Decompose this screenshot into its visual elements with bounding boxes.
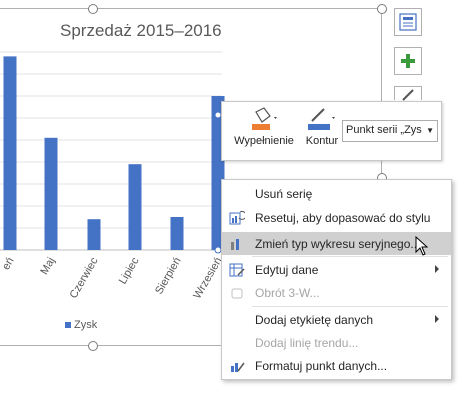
chart-elements-plus-icon (401, 54, 415, 68)
fill-label: Wypełnienie (234, 135, 294, 147)
legend-label: Zysk (74, 319, 98, 331)
chart-element-select-value: Punkt serii „Zys (346, 124, 422, 136)
submenu-arrow-icon (435, 315, 439, 323)
reset-style-icon (229, 210, 245, 225)
paint-bucket-icon (252, 107, 277, 130)
chart-styles-brush-icon (402, 88, 414, 101)
mouse-cursor-icon (415, 236, 429, 256)
bar-Sierpień[interactable] (170, 217, 184, 250)
chart-layout-icon (399, 13, 417, 31)
submenu-arrow-icon (435, 265, 439, 273)
menu-item-format-data-point[interactable]: Formatuj punkt danych... (222, 354, 451, 377)
menu-item-reset-style[interactable]: Resetuj, aby dopasować do stylu (222, 206, 451, 229)
chart-legend[interactable]: Zysk (65, 319, 97, 331)
bar-Maj[interactable] (44, 137, 58, 250)
format-data-point-icon (231, 362, 245, 372)
chart-element-select[interactable]: Punkt serii „Zys ▼ (342, 120, 438, 142)
category-label: eń (0, 256, 17, 273)
chart-elements-button[interactable] (394, 47, 422, 75)
rotate-3d-icon (231, 288, 243, 299)
chart-resize-handle-top-right[interactable] (377, 4, 387, 14)
bar-Kwiecień[interactable] (3, 56, 17, 251)
plot-area: eń Maj Czerwiec Lipiec Sierpień Wrzesień (0, 51, 225, 302)
outline-label: Kontur (305, 135, 339, 147)
category-label: Czerwiec (68, 255, 101, 301)
chart-type-icon (231, 239, 239, 250)
edit-data-icon (229, 263, 245, 277)
chevron-down-icon: ▼ (426, 126, 434, 135)
bar-Czerwiec[interactable] (87, 219, 101, 250)
chart-layout-button[interactable] (394, 8, 422, 36)
category-label: Sierpień (153, 256, 184, 297)
menu-separator (252, 306, 448, 307)
category-label: Lipiec (117, 255, 142, 286)
menu-item-change-chart-type[interactable]: Zmień typ wykresu seryjnego... (222, 232, 451, 256)
outline-button[interactable]: Kontur (302, 106, 342, 147)
format-mini-toolbar: Wypełnienie Kontur Punkt serii „Zys ▼ (221, 101, 442, 161)
menu-item-edit-data[interactable]: Edytuj dane (222, 258, 451, 281)
category-label: Wrzesień (191, 256, 224, 302)
menu-separator (252, 256, 448, 257)
legend-swatch (65, 322, 71, 328)
menu-item-3d-rotation: Obrót 3-W... (222, 281, 451, 304)
chart-resize-handle-bottom-middle[interactable] (88, 341, 98, 351)
chart-styles-button[interactable] (394, 86, 422, 101)
bar-Lipiec[interactable] (128, 164, 142, 250)
context-menu: Usuń serię Resetuj, aby dopasować do sty… (221, 179, 452, 380)
fill-button[interactable]: Wypełnienie (228, 106, 300, 147)
category-label: Maj (38, 256, 57, 277)
menu-item-add-data-labels[interactable]: Dodaj etykietę danych (222, 308, 451, 331)
menu-item-add-trendline: Dodaj linię trendu... (255, 336, 359, 350)
menu-item-delete-series[interactable]: Usuń serię (222, 182, 451, 205)
outline-pen-icon (308, 108, 335, 130)
